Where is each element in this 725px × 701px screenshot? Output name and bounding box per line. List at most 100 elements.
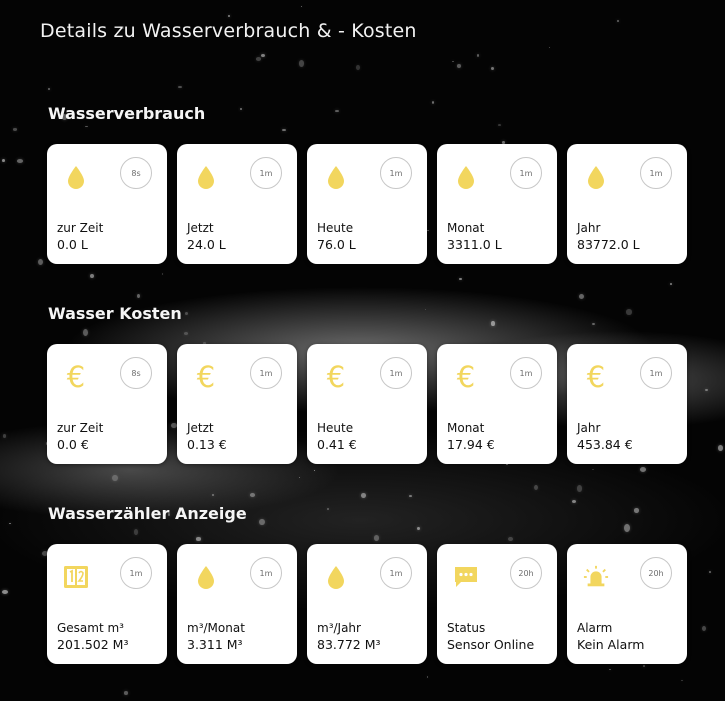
water-droplet	[2, 159, 5, 162]
sensor-card[interactable]: 8s zur Zeit 0.0 L	[47, 144, 167, 264]
water-droplet	[623, 523, 630, 532]
update-interval-badge: 1m	[380, 357, 412, 389]
sensor-card[interactable]: €1m Jetzt 0.13 €	[177, 344, 297, 464]
euro-icon: €	[586, 359, 606, 394]
page-title: Details zu Wasserverbrauch & - Kosten	[40, 20, 417, 42]
water-droplet	[431, 100, 435, 104]
alarm-siren-icon	[583, 562, 609, 592]
sensor-card[interactable]: 20h Status Sensor Online	[437, 544, 557, 664]
update-interval-badge: 20h	[640, 557, 672, 589]
sensor-card[interactable]: 1m m³/Jahr 83.772 M³	[307, 544, 427, 664]
update-interval-badge: 1m	[250, 557, 282, 589]
card-label: zur Zeit	[57, 421, 104, 435]
sensor-card[interactable]: €1m Monat 17.94 €	[437, 344, 557, 464]
card-label: Heute	[317, 421, 354, 435]
card-value: 453.84 €	[577, 437, 633, 452]
card-value: Kein Alarm	[577, 637, 645, 652]
euro-icon: €	[326, 359, 346, 394]
update-interval-badge: 1m	[640, 157, 672, 189]
water-droplet	[300, 5, 303, 8]
section-title: Wasserverbrauch	[48, 104, 206, 123]
water-droplet	[424, 309, 426, 311]
water-droplet	[617, 20, 619, 23]
meter-counter-icon	[63, 562, 89, 592]
update-interval-badge: 1m	[510, 357, 542, 389]
water-droplet	[548, 46, 551, 49]
water-drop-icon	[453, 162, 479, 192]
water-droplet	[426, 676, 429, 679]
water-drop-icon	[323, 162, 349, 192]
sensor-card[interactable]: 1m Jetzt 24.0 L	[177, 144, 297, 264]
sensor-card[interactable]: 1m Jahr 83772.0 L	[567, 144, 687, 264]
water-droplet	[85, 125, 88, 128]
water-droplet	[2, 589, 8, 594]
update-interval-badge: 20h	[510, 557, 542, 589]
card-label: Heute	[317, 221, 354, 235]
update-interval-badge: 1m	[380, 157, 412, 189]
water-droplet	[161, 273, 164, 275]
water-droplet	[626, 309, 632, 315]
water-droplet	[705, 389, 709, 392]
card-label: Monat	[447, 421, 485, 435]
water-droplet	[298, 477, 301, 479]
card-label: Jahr	[577, 421, 601, 435]
card-value: 0.0 €	[57, 437, 89, 452]
water-droplet	[260, 54, 265, 58]
card-value: 24.0 L	[187, 237, 226, 252]
card-label: Status	[447, 621, 486, 635]
water-droplet	[48, 87, 51, 90]
sensor-card[interactable]: 1m m³/Monat 3.311 M³	[177, 544, 297, 664]
water-droplet	[13, 128, 18, 131]
water-droplet	[701, 626, 706, 632]
update-interval-badge: 8s	[120, 157, 152, 189]
water-droplet	[670, 282, 672, 285]
card-value: 0.0 L	[57, 237, 88, 252]
card-label: Monat	[447, 221, 485, 235]
water-droplet	[373, 535, 380, 541]
sensor-card[interactable]: €8s zur Zeit 0.0 €	[47, 344, 167, 464]
card-label: Jahr	[577, 221, 601, 235]
water-droplet	[417, 527, 420, 531]
water-droplet	[609, 668, 611, 671]
sensor-card[interactable]: €1m Heute 0.41 €	[307, 344, 427, 464]
sensor-card[interactable]: 20h Alarm Kein Alarm	[567, 544, 687, 664]
update-interval-badge: 1m	[250, 157, 282, 189]
water-drop-icon	[193, 162, 219, 192]
card-value: 0.41 €	[317, 437, 357, 452]
water-droplet	[459, 277, 462, 281]
card-value: 3.311 M³	[187, 637, 243, 652]
sensor-card[interactable]: 1m Gesamt m³ 201.502 M³	[47, 544, 167, 664]
card-label: Gesamt m³	[57, 621, 124, 635]
water-drop-icon	[63, 162, 89, 192]
water-droplet	[708, 570, 712, 574]
water-droplet	[427, 229, 430, 232]
water-droplet	[171, 422, 177, 428]
water-droplet	[408, 494, 413, 497]
update-interval-badge: 8s	[120, 357, 152, 389]
card-value: Sensor Online	[447, 637, 535, 652]
water-drop-icon	[193, 562, 219, 592]
card-value: 201.502 M³	[57, 637, 129, 652]
card-value: 17.94 €	[447, 437, 495, 452]
water-droplet	[592, 469, 594, 471]
water-droplet	[717, 445, 724, 451]
water-droplet	[508, 536, 514, 542]
sensor-card[interactable]: €1m Jahr 453.84 €	[567, 344, 687, 464]
water-droplet	[133, 528, 139, 535]
sensor-card[interactable]: 1m Heute 76.0 L	[307, 144, 427, 264]
sensor-card[interactable]: 1m Monat 3311.0 L	[437, 144, 557, 264]
water-droplet	[89, 273, 94, 278]
water-droplet	[183, 332, 188, 336]
water-droplet	[642, 664, 646, 667]
water-droplet	[250, 493, 256, 497]
water-droplet	[239, 107, 242, 110]
water-droplet	[2, 434, 7, 438]
water-droplet	[490, 66, 494, 71]
water-droplet	[313, 470, 315, 472]
euro-icon: €	[196, 359, 216, 394]
water-droplet	[577, 485, 583, 492]
water-droplet	[137, 293, 141, 299]
update-interval-badge: 1m	[510, 157, 542, 189]
card-value: 76.0 L	[317, 237, 356, 252]
water-droplet	[360, 492, 367, 498]
